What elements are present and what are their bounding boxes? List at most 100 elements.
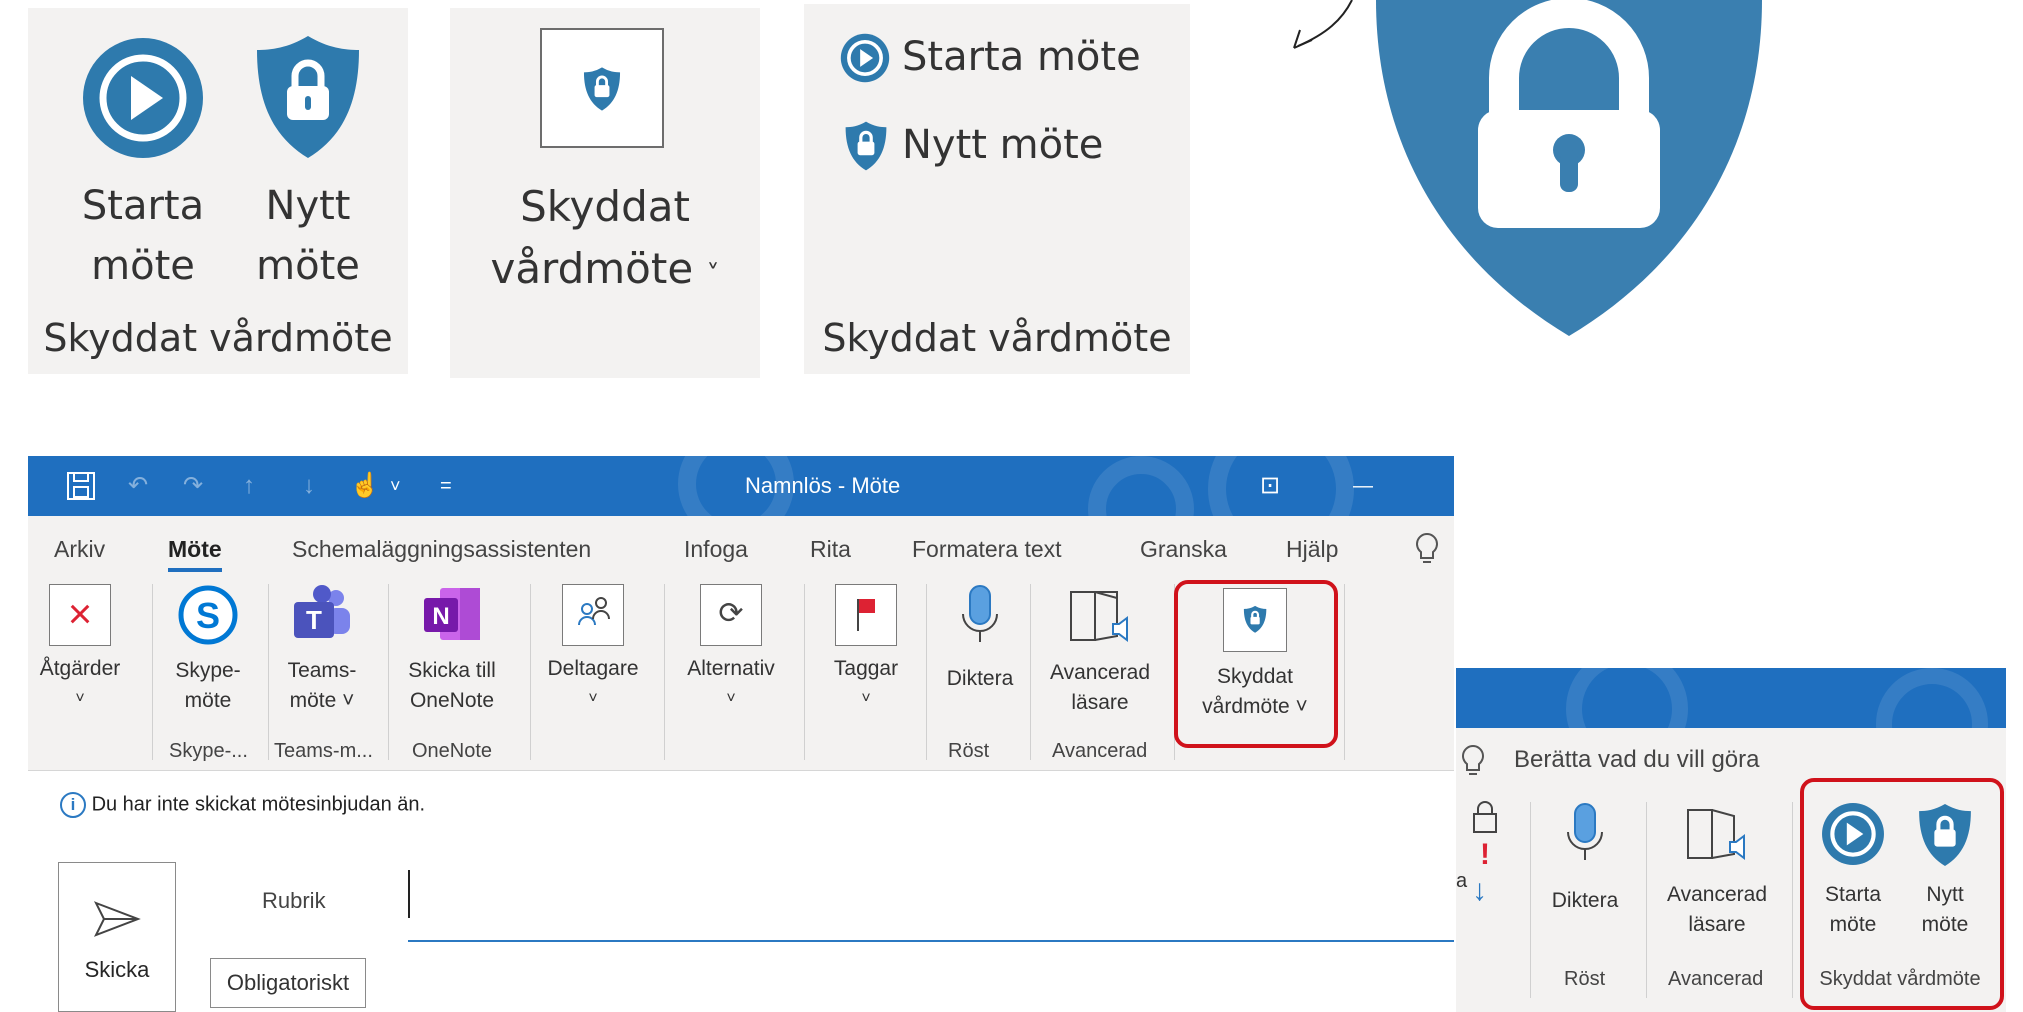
immersive-reader-icon (1687, 809, 1745, 860)
skype-label-line2: möte (184, 689, 232, 712)
start-meeting-label-line2: möte (91, 243, 195, 289)
onenote-label-line2: OneNote (409, 689, 495, 712)
send-to-onenote-button[interactable]: N Skicka till OneNote (392, 584, 512, 716)
ribbon-display-options-icon[interactable]: ⊡ (1260, 456, 1280, 516)
group-label-secure-care-meeting: Skyddat vårdmöte (43, 316, 393, 360)
subject-input[interactable] (408, 940, 1454, 942)
start-meeting-button[interactable]: Starta möte (1808, 802, 1898, 940)
chevron-down-icon[interactable]: ˅ (390, 456, 401, 516)
new-meeting-label-line2: möte (1921, 913, 1969, 936)
reader-label-line1: Avancerad (1666, 883, 1768, 906)
tags-button[interactable]: Taggar ˅ (816, 584, 916, 714)
high-importance-icon[interactable]: ! (1480, 838, 1490, 872)
dictate-button[interactable]: Diktera (1540, 802, 1630, 916)
svg-text:N: N (432, 603, 449, 630)
tab-draw[interactable]: Rita (810, 516, 851, 574)
customize-toolbar-icon[interactable]: = (440, 456, 452, 516)
teams-meeting-button[interactable]: T Teams- möte ˅ (272, 584, 372, 716)
new-meeting-small-label: Nytt möte (902, 122, 1104, 168)
chevron-down-icon: ˅ (588, 690, 598, 707)
teams-label-line1: Teams- (287, 659, 357, 682)
start-meeting-label-line1: Starta (81, 183, 205, 229)
secure-care-meeting-ribbon-button[interactable]: Skyddat vårdmöte ˅ (1180, 588, 1330, 722)
large-shield-lock-icon (1376, 0, 1762, 336)
group-label-advanced: Avancerad (1052, 740, 1148, 762)
subject-input-caret (408, 870, 410, 918)
info-bar: i Du har inte skickat mötesinbjudan än. (60, 792, 425, 818)
secure-care-icon-frame (540, 28, 664, 148)
secure-care-ribbon-label-line2: vårdmöte ˅ (1202, 695, 1308, 718)
send-label: Skicka (84, 957, 150, 982)
required-attendees-button[interactable]: Obligatoriskt (210, 958, 366, 1008)
minimize-icon[interactable]: — (1353, 456, 1373, 516)
tab-meeting[interactable]: Möte (168, 516, 222, 574)
shield-lock-icon (583, 67, 621, 111)
play-circle-icon (83, 38, 203, 158)
dictate-label: Diktera (1551, 889, 1619, 912)
actions-button[interactable]: × Åtgärder ˅ (32, 584, 128, 714)
immersive-reader-button[interactable]: Avancerad läsare (1036, 584, 1164, 718)
start-meeting-label-line2: möte (1829, 913, 1877, 936)
flag-icon (835, 584, 897, 646)
new-meeting-button[interactable]: Nytt möte (1900, 802, 1990, 940)
attendees-button[interactable]: Deltagare ˅ (538, 584, 648, 714)
tab-scheduling-assistant[interactable]: Schemaläggningsassistenten (292, 516, 591, 574)
panel-secure-care-dropdown: Skyddat vårdmöte ˅ (450, 8, 760, 378)
svg-text:S: S (196, 595, 220, 636)
save-icon[interactable] (66, 471, 96, 501)
options-button[interactable]: ⟳ Alternativ ˅ (676, 584, 786, 714)
new-meeting-label-line2: möte (256, 243, 360, 289)
tell-me-search[interactable]: Berätta vad du vill göra (1514, 746, 1759, 774)
new-meeting-small-button[interactable]: Nytt möte (842, 118, 1172, 174)
arrow-up-icon[interactable]: ↑ (243, 456, 255, 516)
tab-format-text[interactable]: Formatera text (912, 516, 1062, 574)
tab-file[interactable]: Arkiv (54, 516, 105, 574)
start-meeting-button[interactable]: Starta möte (78, 26, 208, 289)
group-label-secure-care-meeting: Skyddat vårdmöte (1819, 968, 1981, 990)
dictate-button[interactable]: Diktera (932, 584, 1028, 694)
start-meeting-small-button[interactable]: Starta möte (840, 30, 1170, 86)
teams-icon: T (294, 585, 350, 638)
subject-label: Rubrik (262, 888, 326, 913)
skype-label-line1: Skype- (175, 659, 241, 682)
skype-meeting-button[interactable]: S Skype- möte (158, 584, 258, 716)
low-importance-icon[interactable]: ↓ (1472, 874, 1487, 908)
start-meeting-label-line1: Starta (1824, 883, 1882, 906)
play-circle-icon (840, 33, 890, 83)
undo-icon[interactable]: ↶ (128, 456, 148, 516)
dictate-label: Diktera (946, 667, 1014, 690)
chevron-down-icon: ˅ (75, 690, 85, 707)
send-button[interactable]: Skicka (58, 862, 176, 1012)
immersive-reader-button[interactable]: Avancerad läsare (1652, 802, 1782, 940)
lightbulb-icon[interactable] (1414, 532, 1440, 566)
shield-lock-icon (1223, 588, 1287, 652)
reader-label-line2: läsare (1688, 913, 1746, 936)
tab-help[interactable]: Hjälp (1286, 516, 1338, 574)
teams-label-line2: möte ˅ (289, 689, 355, 712)
attendees-icon (562, 584, 624, 646)
window-title: Namnlös - Möte (745, 473, 901, 498)
tab-review[interactable]: Granska (1140, 516, 1227, 574)
panel-small-buttons: Starta möte Nytt möte Skyddat vårdmöte (804, 4, 1190, 374)
immersive-reader-icon (1070, 591, 1128, 642)
shield-lock-icon (845, 121, 887, 171)
inset-ribbon: Berätta vad du vill göra a ! ↓ Diktera R… (1456, 728, 2006, 1012)
recurrence-icon: ⟳ (700, 584, 762, 646)
secure-care-meeting-button[interactable]: Skyddat vårdmöte ˅ (450, 8, 760, 308)
lightbulb-icon[interactable] (1460, 744, 1486, 778)
private-lock-icon[interactable] (1470, 800, 1500, 834)
send-icon (93, 901, 141, 937)
secure-care-label-line2-wrap: vårdmöte ˅ (450, 238, 760, 306)
touch-mode-icon[interactable]: ☝ (350, 456, 380, 516)
redo-icon[interactable]: ↷ (183, 456, 203, 516)
start-meeting-small-label: Starta möte (902, 34, 1141, 80)
delete-icon: × (49, 584, 111, 646)
inset-titlebar (1456, 668, 2006, 728)
chevron-down-icon: ˅ (726, 690, 736, 707)
pointer-arrow-icon (1293, 0, 1353, 49)
ribbon-tabs: Arkiv Möte Schemaläggningsassistenten In… (28, 516, 1454, 574)
secure-care-label-line1: Skyddat (520, 182, 690, 231)
tab-insert[interactable]: Infoga (684, 516, 748, 574)
new-meeting-button[interactable]: Nytt möte (243, 26, 373, 289)
arrow-down-icon[interactable]: ↓ (303, 456, 315, 516)
